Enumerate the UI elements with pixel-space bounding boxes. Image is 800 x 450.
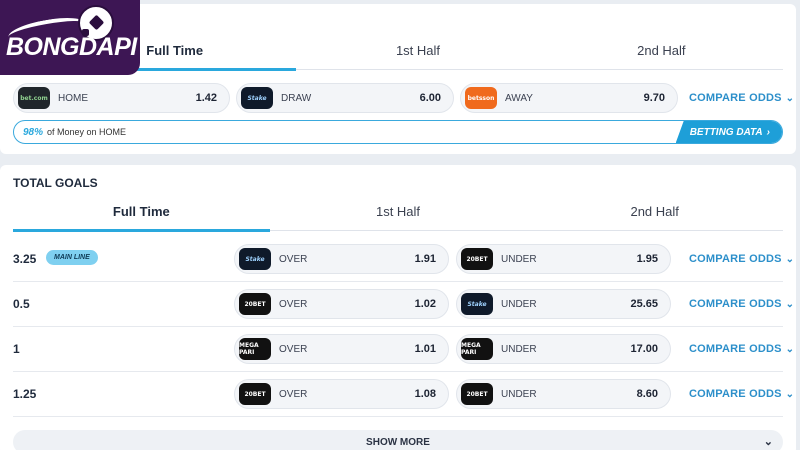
odds-value: 1.95 <box>636 253 658 265</box>
over-odds-chip[interactable]: Stake OVER 1.91 <box>234 244 449 274</box>
chevron-down-icon: ⌄ <box>763 436 773 448</box>
bookmaker-logo: 20BET <box>461 383 493 405</box>
odds-value: 17.00 <box>630 343 658 355</box>
under-odds-chip[interactable]: 20BET UNDER 8.60 <box>456 379 671 409</box>
show-more-label: SHOW MORE <box>366 436 430 448</box>
main-line-badge: MAIN LINE <box>46 250 98 265</box>
compare-odds-label: COMPARE ODDS <box>689 343 782 355</box>
betting-data-label: BETTING DATA <box>689 126 763 138</box>
odds-value: 1.91 <box>414 253 436 265</box>
bookmaker-logo: 20BET <box>239 383 271 405</box>
compare-odds-link[interactable]: COMPARE ODDS ⌄ <box>689 253 794 265</box>
goal-line: 1.25 <box>13 387 37 401</box>
odds-label: AWAY <box>505 92 533 104</box>
bookmaker-logo: Stake <box>461 293 493 315</box>
odds-value: 6.00 <box>419 92 441 104</box>
under-odds-chip[interactable]: Stake UNDER 25.65 <box>456 289 671 319</box>
odds-value: 25.65 <box>630 298 658 310</box>
compare-odds-label: COMPARE ODDS <box>689 388 782 400</box>
row-divider <box>13 416 783 417</box>
money-percent: 98% <box>23 126 44 138</box>
chevron-down-icon: ⌄ <box>785 388 795 400</box>
odds-away-chip[interactable]: betsson AWAY 9.70 <box>460 83 678 113</box>
odds-value: 1.42 <box>195 92 217 104</box>
odds-label: OVER <box>279 298 308 310</box>
goal-line: 3.25 <box>13 252 37 266</box>
under-odds-chip[interactable]: 20BET UNDER 1.95 <box>456 244 671 274</box>
odds-label: UNDER <box>501 253 537 265</box>
compare-odds-link[interactable]: COMPARE ODDS ⌄ <box>689 343 794 355</box>
money-text: of Money on HOME <box>47 127 127 137</box>
table-row: 1 MEGA PARI OVER 1.01 MEGA PARI UNDER 17… <box>0 327 796 371</box>
odds-label: UNDER <box>501 298 537 310</box>
odds-label: UNDER <box>501 388 537 400</box>
odds-label: OVER <box>279 388 308 400</box>
odds-label: HOME <box>58 92 88 104</box>
tab-1st-half[interactable]: 1st Half <box>270 199 527 230</box>
bookmaker-logo: bet.com <box>18 87 50 109</box>
bookmaker-logo: 20BET <box>461 248 493 270</box>
table-row: 0.5 20BET OVER 1.02 Stake UNDER 25.65 CO… <box>0 282 796 326</box>
compare-odds-label: COMPARE ODDS <box>689 298 782 310</box>
odds-value: 8.60 <box>636 388 658 400</box>
compare-odds-link[interactable]: COMPARE ODDS ⌄ <box>689 92 794 104</box>
over-odds-chip[interactable]: 20BET OVER 1.08 <box>234 379 449 409</box>
chevron-down-icon: ⌄ <box>785 92 795 104</box>
compare-odds-link[interactable]: COMPARE ODDS ⌄ <box>689 298 794 310</box>
tab-2nd-half[interactable]: 2nd Half <box>526 199 783 230</box>
over-odds-chip[interactable]: MEGA PARI OVER 1.01 <box>234 334 449 364</box>
tab-1st-half[interactable]: 1st Half <box>296 38 539 69</box>
odds-draw-chip[interactable]: Stake DRAW 6.00 <box>236 83 454 113</box>
under-odds-chip[interactable]: MEGA PARI UNDER 17.00 <box>456 334 671 364</box>
goal-line: 0.5 <box>13 297 30 311</box>
odds-label: OVER <box>279 253 308 265</box>
chevron-down-icon: ⌄ <box>785 298 795 310</box>
compare-odds-label: COMPARE ODDS <box>689 253 782 265</box>
odds-label: DRAW <box>281 92 312 104</box>
bookmaker-logo: betsson <box>465 87 497 109</box>
chevron-down-icon: ⌄ <box>785 343 795 355</box>
chevron-down-icon: ⌄ <box>785 253 795 265</box>
odds-label: UNDER <box>501 343 537 355</box>
money-distribution-bar: 98% of Money on HOME BETTING DATA › <box>13 120 783 144</box>
bookmaker-logo: MEGA PARI <box>461 338 493 360</box>
odds-value: 1.02 <box>414 298 436 310</box>
over-odds-chip[interactable]: 20BET OVER 1.02 <box>234 289 449 319</box>
odds-label: OVER <box>279 343 308 355</box>
compare-odds-label: COMPARE ODDS <box>689 92 782 104</box>
chevron-right-icon: › <box>766 126 770 138</box>
table-row: 3.25 MAIN LINE Stake OVER 1.91 20BET UND… <box>0 237 796 281</box>
bookmaker-logo: 20BET <box>239 293 271 315</box>
bookmaker-logo: MEGA PARI <box>239 338 271 360</box>
show-more-button[interactable]: SHOW MORE ⌄ <box>13 430 783 450</box>
table-row: 1.25 20BET OVER 1.08 20BET UNDER 8.60 CO… <box>0 372 796 416</box>
bookmaker-logo: Stake <box>241 87 273 109</box>
bookmaker-logo: Stake <box>239 248 271 270</box>
odds-home-chip[interactable]: bet.com HOME 1.42 <box>13 83 230 113</box>
section-title: TOTAL GOALS <box>13 176 98 190</box>
tab-full-time[interactable]: Full Time <box>13 199 270 232</box>
odds-value: 1.01 <box>414 343 436 355</box>
total-goals-card: TOTAL GOALS Full Time 1st Half 2nd Half … <box>0 165 796 450</box>
compare-odds-link[interactable]: COMPARE ODDS ⌄ <box>689 388 794 400</box>
goal-line: 1 <box>13 342 20 356</box>
bongdapi-logo: BONGDAPI <box>0 0 140 75</box>
betting-data-button[interactable]: BETTING DATA › <box>675 121 782 143</box>
logo-text: BONGDAPI <box>6 33 137 61</box>
odds-value: 9.70 <box>643 92 665 104</box>
total-goals-tabs: Full Time 1st Half 2nd Half <box>13 199 783 232</box>
odds-value: 1.08 <box>414 388 436 400</box>
tab-2nd-half[interactable]: 2nd Half <box>540 38 783 69</box>
